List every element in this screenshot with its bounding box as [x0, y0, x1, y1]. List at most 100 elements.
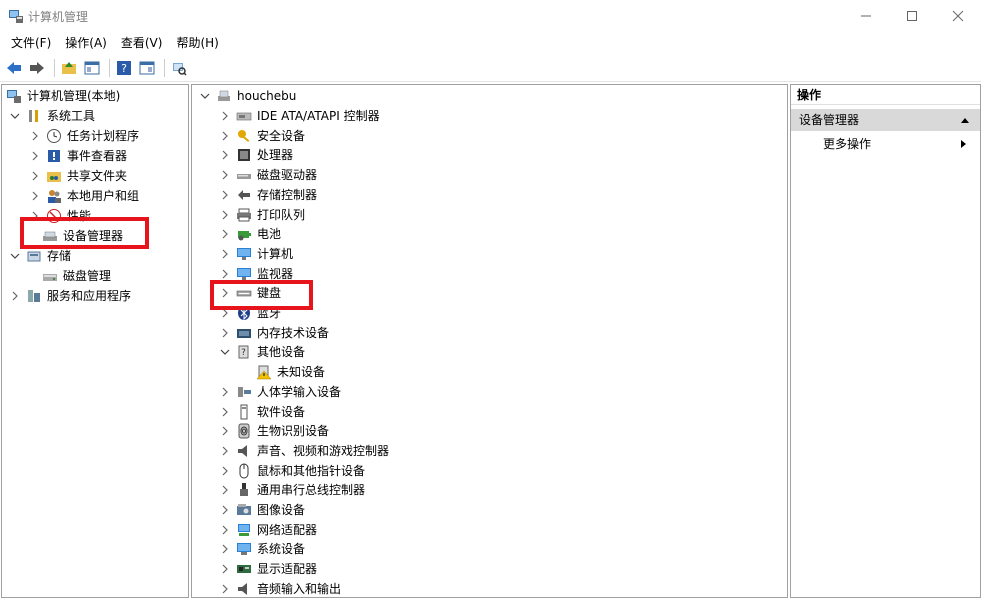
device-category-disk-drive[interactable]: 磁盘驱动器 [220, 165, 317, 185]
monitor-icon [236, 246, 252, 262]
menu-file[interactable]: 文件(F) [4, 32, 58, 54]
tree-item-event-viewer[interactable]: 事件查看器 [30, 146, 127, 166]
device-category-hid[interactable]: 人体学输入设备 [220, 382, 341, 402]
disk-management-icon [42, 268, 58, 284]
computer-icon [216, 88, 232, 104]
chevron-right-icon[interactable] [220, 190, 230, 200]
tree-label: 任务计划程序 [67, 129, 140, 143]
computer-management-icon [8, 8, 24, 24]
device-category-printer[interactable]: 打印队列 [220, 205, 305, 225]
menu-view[interactable]: 查看(V) [114, 32, 170, 54]
help-button[interactable]: ? [114, 58, 134, 78]
help-icon: ? [117, 60, 131, 75]
device-category-storage-controller[interactable]: 存储控制器 [220, 185, 317, 205]
device-category-key[interactable]: 安全设备 [220, 126, 305, 146]
chevron-right-icon[interactable] [220, 505, 230, 515]
show-hide-action-pane-button[interactable] [137, 58, 157, 78]
chevron-right-icon[interactable] [30, 131, 40, 141]
menu-action[interactable]: 操作(A) [58, 32, 114, 54]
chevron-right-icon[interactable] [220, 466, 230, 476]
minimize-icon [861, 15, 871, 17]
chevron-down-icon[interactable] [200, 91, 210, 101]
tree-item-storage[interactable]: 存储 [10, 246, 71, 266]
tree-item-services-apps[interactable]: 服务和应用程序 [10, 286, 131, 306]
device-category-other-devices[interactable]: ? 其他设备 [220, 342, 305, 362]
tree-item-task-scheduler[interactable]: 任务计划程序 [30, 126, 139, 146]
chevron-right-icon[interactable] [220, 387, 230, 397]
close-button[interactable] [935, 0, 981, 32]
actions-section-device-manager[interactable]: 设备管理器 [791, 109, 980, 131]
forward-button[interactable] [27, 58, 47, 78]
chevron-right-icon[interactable] [220, 485, 230, 495]
device-category-speaker[interactable]: 声音、视频和游戏控制器 [220, 441, 389, 461]
scan-hardware-button[interactable] [169, 58, 189, 78]
device-category-monitor[interactable]: 计算机 [220, 244, 293, 264]
tree-item-system-tools[interactable]: 系统工具 [10, 106, 95, 126]
device-tree-root[interactable]: houchebu [200, 86, 296, 106]
minimize-button[interactable] [843, 0, 889, 32]
device-category-processor[interactable]: 处理器 [220, 145, 293, 165]
tree-item-shared-folders[interactable]: 共享文件夹 [30, 166, 127, 186]
up-level-button[interactable] [59, 58, 79, 78]
chevron-right-icon[interactable] [220, 131, 230, 141]
chevron-right-icon[interactable] [220, 229, 230, 239]
device-category-battery[interactable]: 电池 [220, 224, 281, 244]
console-tree-icon [84, 61, 100, 74]
show-hide-tree-button[interactable] [82, 58, 102, 78]
device-category-usb[interactable]: 通用串行总线控制器 [220, 480, 365, 500]
menu-help[interactable]: 帮助(H) [169, 32, 225, 54]
tree-item-computer-management-local[interactable]: 计算机管理(本地) [6, 86, 120, 106]
chevron-right-icon[interactable] [220, 249, 230, 259]
chevron-right-icon[interactable] [30, 151, 40, 161]
tree-item-local-users-groups[interactable]: 本地用户和组 [30, 186, 139, 206]
device-category-memory[interactable]: 内存技术设备 [220, 323, 329, 343]
device-category-system-devices[interactable]: 系统设备 [220, 539, 305, 559]
chevron-down-icon[interactable] [10, 251, 20, 261]
chevron-right-icon[interactable] [220, 584, 230, 594]
toolbar: ? [0, 54, 981, 82]
device-label: 通用串行总线控制器 [257, 483, 366, 498]
chevron-right-icon[interactable] [220, 150, 230, 160]
clock-icon [46, 128, 62, 144]
chevron-right-icon[interactable] [30, 191, 40, 201]
device-label: IDE ATA/ATAPI 控制器 [257, 109, 380, 123]
device-label: 计算机 [257, 246, 294, 261]
device-category-display-adapter[interactable]: 显示适配器 [220, 559, 317, 579]
device-category-audio-io[interactable]: 音频输入和输出 [220, 579, 341, 597]
device-category-camera[interactable]: 图像设备 [220, 500, 305, 520]
chevron-down-icon[interactable] [10, 111, 20, 121]
device-category-ide-controller[interactable]: IDE ATA/ATAPI 控制器 [220, 106, 380, 126]
chevron-right-icon[interactable] [220, 170, 230, 180]
chevron-right-icon[interactable] [220, 111, 230, 121]
chevron-right-icon[interactable] [220, 328, 230, 338]
device-category-software-device[interactable]: 软件设备 [220, 402, 305, 422]
chevron-right-icon[interactable] [220, 426, 230, 436]
chevron-right-icon[interactable] [220, 269, 230, 279]
chevron-right-icon[interactable] [220, 544, 230, 554]
disk-drive-icon [236, 167, 252, 183]
device-label: 生物识别设备 [257, 424, 330, 439]
device-category-mouse[interactable]: 鼠标和其他指针设备 [220, 461, 365, 481]
chevron-right-icon[interactable] [220, 407, 230, 417]
chevron-right-icon[interactable] [220, 525, 230, 535]
maximize-button[interactable] [889, 0, 935, 32]
tree-item-disk-management[interactable]: 磁盘管理 [42, 266, 111, 286]
chevron-right-icon[interactable] [220, 210, 230, 220]
device-category-unknown-device-warning[interactable]: 未知设备 [256, 362, 325, 382]
speaker-icon [236, 443, 252, 459]
close-icon [952, 10, 964, 22]
chevron-right-icon[interactable] [10, 291, 20, 301]
title-bar: 计算机管理 [0, 0, 981, 32]
device-tree-pane: houchebu IDE ATA/ATAPI 控制器安全设备 处理器 磁盘驱动器 存储… [191, 84, 788, 598]
back-button[interactable] [4, 58, 24, 78]
chevron-right-icon[interactable] [30, 171, 40, 181]
chevron-right-icon[interactable] [220, 564, 230, 574]
software-device-icon [236, 404, 252, 420]
usb-icon [236, 482, 252, 498]
device-category-network-adapter[interactable]: 网络适配器 [220, 520, 317, 540]
chevron-down-icon[interactable] [220, 347, 230, 357]
chevron-right-icon[interactable] [220, 446, 230, 456]
more-actions-item[interactable]: 更多操作 [791, 133, 980, 155]
collapse-up-icon[interactable] [960, 115, 970, 125]
device-category-fingerprint[interactable]: 生物识别设备 [220, 421, 329, 441]
